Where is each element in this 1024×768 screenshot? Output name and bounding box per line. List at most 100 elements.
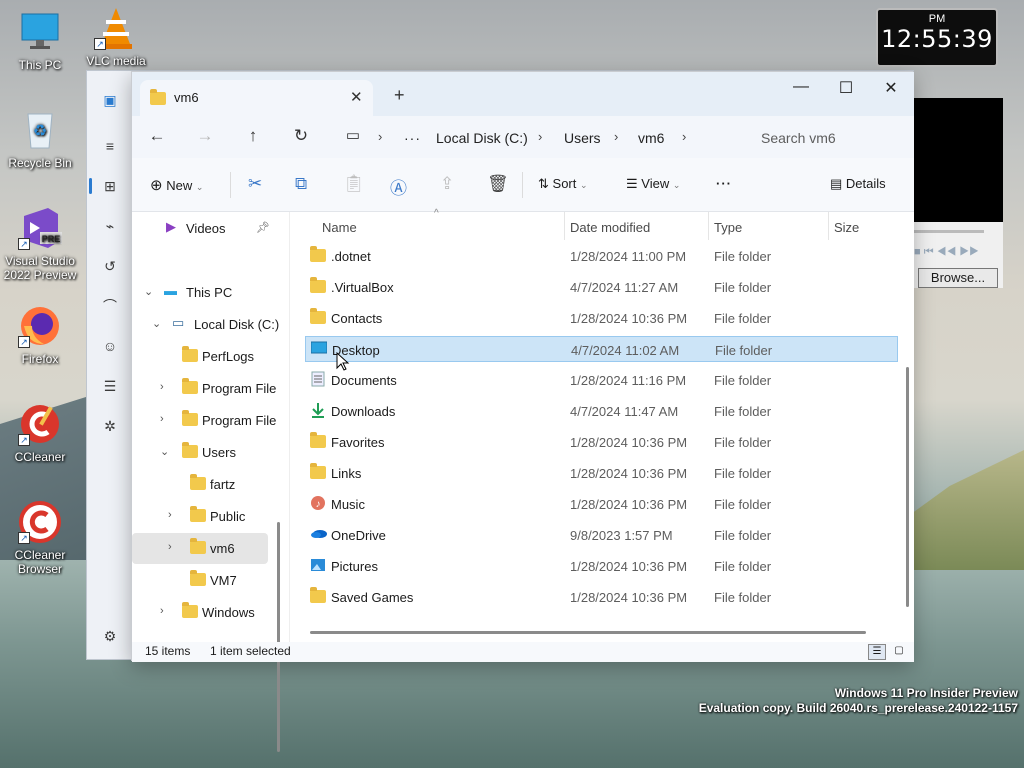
- close-tab-icon[interactable]: ✕: [350, 88, 363, 106]
- share-icon[interactable]: ⇪: [440, 174, 454, 194]
- desktop-icon-ccleaner-browser[interactable]: ↗ CCleaner Browser: [0, 500, 80, 576]
- chevron-right-icon[interactable]: ›: [538, 129, 542, 144]
- nav-item-program-files-x86[interactable]: › Program File: [132, 405, 282, 436]
- breadcrumb-vm6[interactable]: vm6: [638, 130, 664, 146]
- file-row-virtualbox[interactable]: .VirtualBox 4/7/2024 11:27 AM File folder: [305, 274, 898, 300]
- nav-item-public[interactable]: › Public: [132, 501, 282, 532]
- vlc-playback-icons[interactable]: ■ ⏮ ◀◀ ▶▶: [914, 246, 979, 259]
- folder-icon: [150, 89, 166, 105]
- more-options-button[interactable]: ···: [716, 176, 732, 191]
- chevron-down-icon[interactable]: ⌄: [152, 317, 161, 330]
- vlc-browse-button[interactable]: Browse...: [918, 268, 998, 288]
- new-tab-button[interactable]: +: [394, 85, 405, 106]
- chevron-down-icon[interactable]: ⌄: [160, 445, 169, 458]
- pc-location-icon[interactable]: ▭: [342, 126, 364, 144]
- breadcrumb-local-disk[interactable]: Local Disk (C:): [436, 130, 528, 146]
- chevron-down-icon[interactable]: ⌄: [144, 285, 153, 298]
- desktop-icon-visual-studio[interactable]: PRE ↗ Visual Studio 2022 Preview: [0, 206, 80, 282]
- nav-item-perflogs[interactable]: PerfLogs: [132, 341, 282, 372]
- nav-item-this-pc[interactable]: ⌄ ▬ This PC: [132, 277, 282, 308]
- chevron-right-icon[interactable]: ›: [168, 541, 172, 553]
- chevron-right-icon[interactable]: ›: [378, 129, 382, 144]
- chevron-right-icon[interactable]: ›: [160, 381, 164, 393]
- extensions-icon[interactable]: ✲: [102, 418, 118, 434]
- tiles-view-icon[interactable]: ▢: [890, 644, 908, 660]
- back-button[interactable]: ←: [146, 126, 168, 146]
- view-button[interactable]: ☰ View ⌄: [626, 176, 680, 192]
- horizontal-scrollbar[interactable]: [310, 631, 866, 634]
- settings-gear-icon[interactable]: ⚙: [102, 628, 118, 644]
- file-row-desktop[interactable]: Desktop 4/7/2024 11:02 AM File folder: [305, 336, 898, 362]
- paste-icon[interactable]: 📋︎: [343, 174, 365, 194]
- file-row-music[interactable]: ♪ Music 1/28/2024 10:36 PM File folder: [305, 491, 898, 517]
- file-type: File folder: [715, 343, 773, 358]
- up-button[interactable]: ↑: [242, 126, 264, 146]
- pin-icon[interactable]: 📌︎: [256, 221, 270, 234]
- nav-item-program-files[interactable]: › Program File: [132, 373, 282, 404]
- file-row-links[interactable]: Links 1/28/2024 10:36 PM File folder: [305, 460, 898, 486]
- explorer-tab[interactable]: vm6 ✕: [140, 80, 373, 116]
- refresh-button[interactable]: ↻: [290, 126, 312, 146]
- search-input[interactable]: Search vm6: [737, 122, 907, 152]
- gallery-icon[interactable]: ▣: [102, 92, 118, 108]
- forward-button[interactable]: →: [194, 126, 216, 146]
- column-name[interactable]: Name: [322, 220, 357, 235]
- details-button[interactable]: ▤ Details: [830, 176, 886, 192]
- maximize-button[interactable]: ☐: [831, 78, 861, 98]
- cut-icon[interactable]: ✂: [248, 174, 262, 194]
- chevron-right-icon[interactable]: ›: [614, 129, 618, 144]
- vlc-cone-icon: ↗: [94, 6, 138, 50]
- nav-scrollbar[interactable]: [277, 522, 280, 752]
- column-size[interactable]: Size: [834, 220, 859, 235]
- sort-button[interactable]: ⇅ Sort ⌄: [538, 176, 588, 192]
- vertical-scrollbar[interactable]: [906, 367, 909, 607]
- list-icon[interactable]: ☰: [102, 378, 118, 394]
- column-divider[interactable]: [708, 212, 709, 240]
- people-icon[interactable]: ☺: [102, 338, 118, 354]
- hamburger-menu-icon[interactable]: ≡: [102, 138, 118, 154]
- activity-icon[interactable]: ⌁: [102, 218, 118, 234]
- chevron-right-icon[interactable]: ›: [168, 509, 172, 521]
- nav-item-videos[interactable]: ▶ Videos 📌︎: [132, 213, 282, 244]
- chevron-right-icon[interactable]: ›: [160, 605, 164, 617]
- desktop-icon-this-pc[interactable]: This PC: [0, 10, 80, 72]
- column-divider[interactable]: [828, 212, 829, 240]
- nav-item-vm6[interactable]: › vm6: [132, 533, 268, 564]
- breadcrumb-users[interactable]: Users: [564, 130, 601, 146]
- file-row-downloads[interactable]: Downloads 4/7/2024 11:47 AM File folder: [305, 398, 898, 424]
- nav-item-fartz[interactable]: fartz: [132, 469, 282, 500]
- column-divider[interactable]: [564, 212, 565, 240]
- column-date-modified[interactable]: Date modified: [570, 220, 650, 235]
- nav-item-windows[interactable]: › Windows: [132, 597, 282, 628]
- vlc-seek-bar[interactable]: [914, 230, 984, 233]
- chevron-right-icon[interactable]: ›: [682, 129, 686, 144]
- close-window-button[interactable]: ✕: [876, 78, 906, 98]
- file-row-savedgames[interactable]: Saved Games 1/28/2024 10:36 PM File folder: [305, 584, 898, 610]
- layout-icon[interactable]: ⊞: [102, 178, 118, 194]
- nav-item-vm7[interactable]: VM7: [132, 565, 282, 596]
- minimize-button[interactable]: —: [786, 78, 816, 96]
- delete-icon[interactable]: 🗑︎: [487, 174, 509, 194]
- breadcrumb-overflow[interactable]: ···: [404, 130, 421, 146]
- file-row-favorites[interactable]: Favorites 1/28/2024 10:36 PM File folder: [305, 429, 898, 455]
- nav-item-users[interactable]: ⌄ Users: [132, 437, 282, 468]
- gauge-icon[interactable]: ⌒: [102, 298, 118, 314]
- file-row-onedrive[interactable]: OneDrive 9/8/2023 1:57 PM File folder: [305, 522, 898, 548]
- desktop-icon-vlc[interactable]: ↗ VLC media: [76, 6, 156, 68]
- nav-item-local-disk[interactable]: ⌄ ▭ Local Disk (C:): [132, 309, 282, 340]
- onedrive-icon: [310, 526, 328, 543]
- file-row-documents[interactable]: Documents 1/28/2024 11:16 PM File folder: [305, 367, 898, 393]
- chevron-right-icon[interactable]: ›: [160, 413, 164, 425]
- column-type[interactable]: Type: [714, 220, 742, 235]
- file-row-contacts[interactable]: Contacts 1/28/2024 10:36 PM File folder: [305, 305, 898, 331]
- file-row-pictures[interactable]: Pictures 1/28/2024 10:36 PM File folder: [305, 553, 898, 579]
- rename-icon[interactable]: Ⓐ: [390, 174, 407, 199]
- history-icon[interactable]: ↺: [102, 258, 118, 274]
- new-button[interactable]: ⊕ New ⌄: [150, 176, 203, 194]
- file-row-dotnet[interactable]: .dotnet 1/28/2024 11:00 PM File folder: [305, 243, 898, 269]
- desktop-icon-firefox[interactable]: ↗ Firefox: [0, 304, 80, 366]
- desktop-icon-ccleaner[interactable]: ↗ CCleaner: [0, 402, 80, 464]
- details-view-icon[interactable]: ☰: [868, 644, 886, 660]
- copy-icon[interactable]: ⧉: [295, 174, 307, 194]
- desktop-icon-recycle-bin[interactable]: ♻ Recycle Bin: [0, 108, 80, 170]
